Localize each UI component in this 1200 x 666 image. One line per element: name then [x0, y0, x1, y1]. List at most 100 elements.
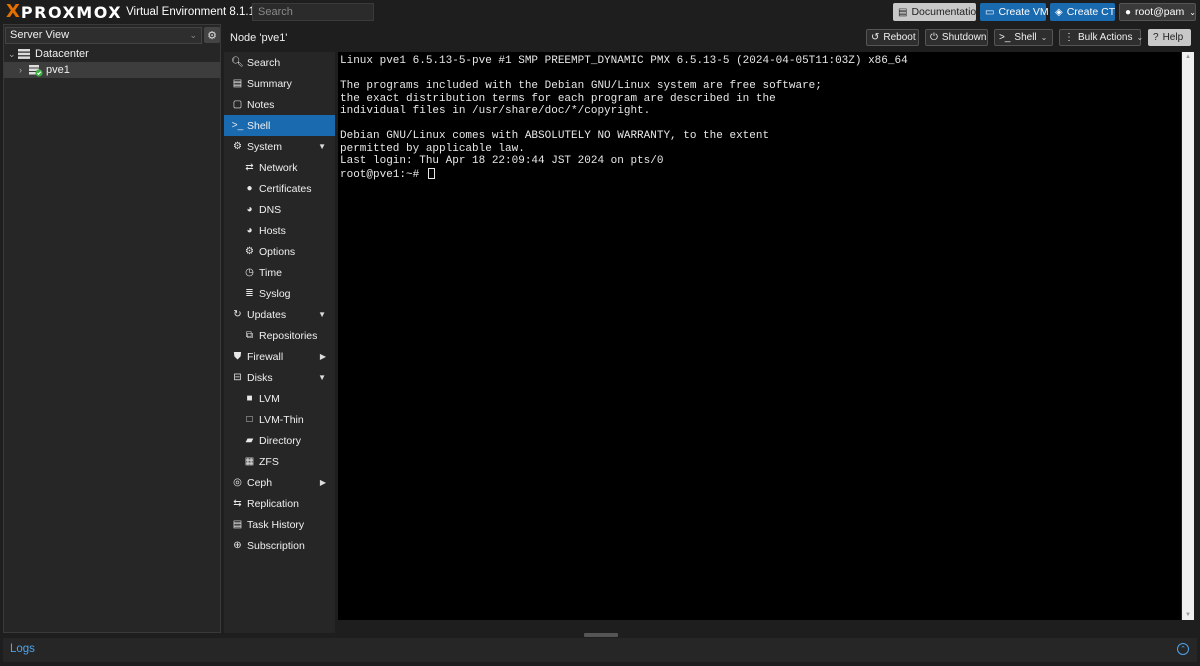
- tree-item-datacenter[interactable]: ⌄ Datacenter: [4, 46, 220, 62]
- menu-item-directory[interactable]: ▰ Directory: [224, 430, 335, 451]
- menu-item-label: Subscription: [247, 539, 305, 552]
- collapse-icon[interactable]: ▼: [318, 142, 326, 151]
- scroll-down-icon[interactable]: ▼: [1185, 612, 1191, 618]
- collapse-icon[interactable]: ▼: [318, 310, 326, 319]
- shell-terminal[interactable]: Linux pve1 6.5.13-5-pve #1 SMP PREEMPT_D…: [338, 52, 1181, 620]
- tree-item-pve1[interactable]: › pve1: [4, 62, 220, 78]
- help-label: Help: [1162, 32, 1184, 43]
- menu-item-label: Task History: [247, 518, 305, 531]
- book-icon: ▤: [232, 78, 243, 89]
- chevron-down-icon: ⌄: [189, 29, 197, 40]
- menu-item-ceph[interactable]: ◎ Ceph ▶: [224, 472, 335, 493]
- menu-item-shell[interactable]: >_ Shell: [224, 115, 335, 136]
- collapse-icon[interactable]: ⌄: [8, 49, 18, 60]
- menu-item-time[interactable]: ◷ Time: [224, 262, 335, 283]
- logs-title[interactable]: Logs: [10, 643, 35, 655]
- tree-item-label: pve1: [46, 64, 70, 76]
- terminal-line: individual files in /usr/share/doc/*/cop…: [340, 105, 651, 117]
- create-ct-button[interactable]: ◈ Create CT: [1050, 3, 1115, 21]
- menu-item-certificates[interactable]: ● Certificates: [224, 178, 335, 199]
- menu-item-label: Notes: [247, 98, 275, 111]
- reboot-button[interactable]: ↺ Reboot: [866, 29, 919, 46]
- user-label: root@pam: [1135, 6, 1185, 18]
- menu-item-label: Updates: [247, 308, 287, 321]
- scroll-up-icon[interactable]: ▲: [1185, 54, 1191, 60]
- menu-item-dns[interactable]: ◕ DNS: [224, 199, 335, 220]
- panel-splitter-handle[interactable]: [584, 633, 618, 637]
- menu-item-replication[interactable]: ⇆ Replication: [224, 493, 335, 514]
- collapse-icon[interactable]: ▼: [318, 373, 326, 382]
- menu-item-label: Firewall: [247, 350, 284, 363]
- terminal-line: Linux pve1 6.5.13-5-pve #1 SMP PREEMPT_D…: [340, 55, 908, 67]
- node-header: Node 'pve1' ↺ Reboot ⏻ Shutdown >_ Shell…: [224, 26, 1197, 50]
- shield-icon: ⛊: [233, 351, 242, 362]
- menu-item-updates[interactable]: ↻ Updates ▼: [224, 304, 335, 325]
- terminal-scrollbar[interactable]: ▲ ▼: [1182, 52, 1194, 620]
- create-vm-button[interactable]: ▭ Create VM: [980, 3, 1049, 21]
- menu-item-network[interactable]: ⇄ Network: [224, 157, 335, 178]
- menu-item-notes[interactable]: ▢ Notes: [224, 94, 335, 115]
- chevron-down-icon[interactable]: ⌄: [1041, 33, 1048, 42]
- terminal-prompt-line: root@pve1:~#: [340, 167, 1181, 182]
- expand-icon[interactable]: ▶: [320, 478, 326, 487]
- retweet-icon: ⇆: [233, 498, 242, 509]
- terminal-line: Last login: Thu Apr 18 22:09:44 JST 2024…: [340, 155, 664, 167]
- menu-item-label: DNS: [259, 203, 282, 216]
- menu-item-label: Options: [259, 245, 296, 258]
- datacenter-icon: [18, 49, 30, 59]
- documentation-label: Documentation: [911, 6, 983, 18]
- menu-item-repositories[interactable]: ⧉ Repositories: [224, 325, 335, 346]
- menu-item-label: ZFS: [259, 455, 279, 468]
- help-button[interactable]: ? Help: [1148, 29, 1191, 46]
- clock-icon: ◷: [245, 267, 254, 278]
- shutdown-label: Shutdown: [941, 32, 987, 43]
- shell-prompt: root@pve1:~#: [340, 168, 426, 181]
- certificate-icon: ●: [246, 183, 253, 194]
- expand-icon[interactable]: ▶: [320, 352, 326, 361]
- proxmox-logo[interactable]: X PROXMOX Virtual Environment 8.1.10: [6, 3, 262, 22]
- resource-tree-panel: Server View ⌄ ⚙ ⌄ Datacenter › pve1: [3, 24, 221, 633]
- menu-item-search[interactable]: 🔍︎ Search: [224, 52, 335, 73]
- ceph-icon: ◎: [233, 477, 242, 488]
- menu-item-firewall[interactable]: ⛊ Firewall ▶: [224, 346, 335, 367]
- shutdown-button[interactable]: ⏻ Shutdown: [925, 29, 988, 46]
- product-version: Virtual Environment 8.1.10: [126, 6, 262, 18]
- chevron-down-icon: ⌄: [1189, 7, 1196, 17]
- note-icon: ▢: [232, 99, 243, 110]
- menu-item-lvm[interactable]: ■ LVM: [224, 388, 335, 409]
- documentation-button[interactable]: ▤ Documentation: [893, 3, 982, 21]
- menu-item-disks[interactable]: ⊟ Disks ▼: [224, 367, 335, 388]
- page-title: Node 'pve1': [230, 32, 288, 44]
- menu-item-hosts[interactable]: ◕ Hosts: [224, 220, 335, 241]
- terminal-icon: >_: [999, 32, 1011, 43]
- menu-item-subscription[interactable]: ⊕ Subscription: [224, 535, 335, 556]
- shell-button[interactable]: >_ Shell ⌄: [994, 29, 1053, 46]
- expand-logs-icon[interactable]: ⌃: [1177, 643, 1189, 655]
- node-menu: 🔍︎ Search ▤ Summary ▢ Notes >_ Shell ⚙ System ▼ ⇄ Ne…: [224, 52, 335, 633]
- globe-icon: ◕: [246, 204, 253, 215]
- desktop-icon: ▭: [985, 6, 995, 18]
- search-icon: 🔍︎: [231, 57, 244, 68]
- menu-item-lvm-thin[interactable]: □ LVM-Thin: [224, 409, 335, 430]
- node-online-icon: [29, 65, 43, 77]
- expand-icon[interactable]: ›: [19, 65, 29, 75]
- menu-item-zfs[interactable]: ▦ ZFS: [224, 451, 335, 472]
- view-selector-value: Server View: [10, 29, 70, 41]
- user-menu-button[interactable]: ● root@pam ⌄: [1119, 3, 1196, 21]
- menu-item-options[interactable]: ⚙ Options: [224, 241, 335, 262]
- menu-item-syslog[interactable]: ≣ Syslog: [224, 283, 335, 304]
- terminal-line: Debian GNU/Linux comes with ABSOLUTELY N…: [340, 130, 770, 142]
- search-input[interactable]: [252, 3, 374, 21]
- menu-item-summary[interactable]: ▤ Summary: [224, 73, 335, 94]
- menu-item-system[interactable]: ⚙ System ▼: [224, 136, 335, 157]
- top-bar: X PROXMOX Virtual Environment 8.1.10 ▤ D…: [0, 0, 1200, 24]
- bulk-actions-button[interactable]: ⋮ Bulk Actions ⌄: [1059, 29, 1143, 46]
- power-icon: ⏻: [930, 32, 938, 43]
- square-outline-icon: □: [246, 414, 253, 425]
- menu-item-label: Time: [259, 266, 282, 279]
- menu-item-task-history[interactable]: ▤ Task History: [224, 514, 335, 535]
- gear-icon[interactable]: ⚙: [204, 27, 220, 43]
- view-selector[interactable]: Server View ⌄: [5, 26, 202, 44]
- create-vm-label: Create VM: [998, 6, 1049, 18]
